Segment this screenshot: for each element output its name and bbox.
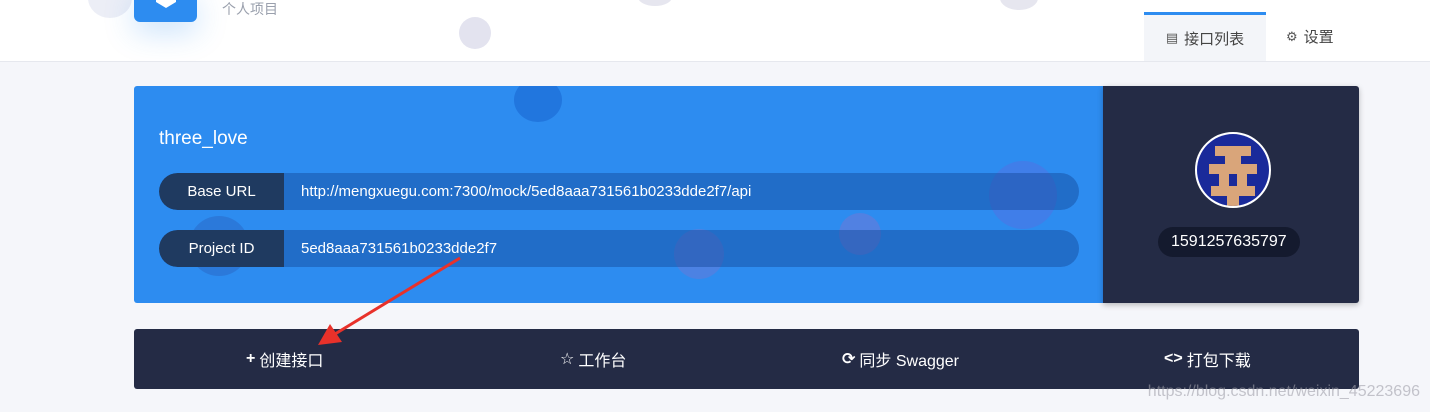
action-label: 工作台	[578, 353, 627, 370]
tab-settings[interactable]: ⚙ 设置	[1286, 12, 1334, 61]
pixel-avatar-icon	[1197, 134, 1269, 206]
sync-swagger-button[interactable]: ⟳ 同步 Swagger	[842, 329, 959, 389]
tab-label: 接口列表	[1184, 30, 1245, 48]
project-id-row: Project ID 5ed8aaa731561b0233dde2f7	[159, 230, 1079, 267]
cube-icon	[156, 0, 176, 8]
project-id-label: Project ID	[159, 230, 284, 267]
sync-icon: ⟳	[842, 351, 856, 368]
action-label: 同步 Swagger	[859, 353, 960, 370]
action-label: 创建接口	[259, 353, 324, 370]
gear-icon: ⚙	[1286, 28, 1298, 44]
base-url-row: Base URL http://mengxuegu.com:7300/mock/…	[159, 173, 1079, 210]
project-logo[interactable]	[134, 0, 197, 22]
header-bar: 个人项目 ▤ 接口列表 ⚙ 设置	[0, 0, 1430, 62]
user-card: 1591257635797	[1103, 86, 1359, 303]
project-id-value[interactable]: 5ed8aaa731561b0233dde2f7	[301, 240, 497, 257]
watermark-text: https://blog.csdn.net/weixin_45223696	[1147, 383, 1420, 400]
create-interface-button[interactable]: + 创建接口	[246, 329, 323, 389]
avatar[interactable]	[1195, 132, 1271, 208]
tab-label: 设置	[1303, 29, 1334, 46]
project-info-card: three_love Base URL http://mengxuegu.com…	[134, 86, 1104, 303]
action-bar: + 创建接口 ☆ 工作台 ⟳ 同步 Swagger <> 打包下载	[134, 329, 1359, 389]
download-package-button[interactable]: <> 打包下载	[1164, 329, 1251, 389]
action-label: 打包下载	[1186, 353, 1251, 370]
code-icon: <>	[1164, 350, 1183, 367]
workbench-button[interactable]: ☆ 工作台	[560, 329, 626, 389]
project-type-label: 个人项目	[222, 1, 278, 17]
base-url-value[interactable]: http://mengxuegu.com:7300/mock/5ed8aaa73…	[301, 183, 751, 200]
base-url-label: Base URL	[159, 173, 284, 210]
user-id-badge: 1591257635797	[1158, 227, 1300, 257]
tab-interface-list[interactable]: ▤ 接口列表	[1144, 12, 1266, 61]
plus-icon: +	[246, 350, 256, 367]
list-icon: ▤	[1165, 30, 1179, 45]
star-icon: ☆	[560, 351, 575, 368]
project-name: three_love	[159, 128, 248, 149]
